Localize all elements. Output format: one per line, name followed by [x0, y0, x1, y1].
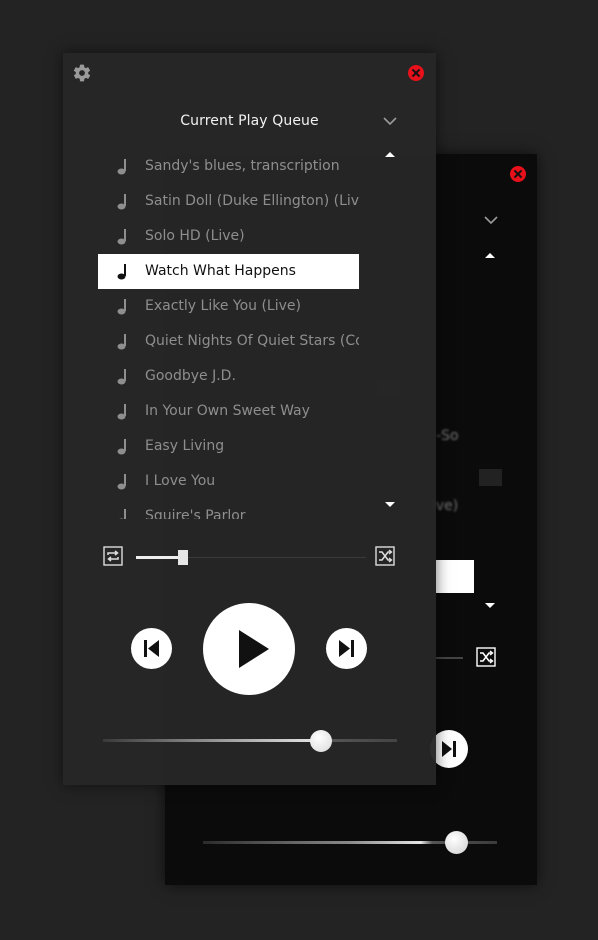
music-note-icon: [117, 334, 126, 350]
back-active-row: [436, 560, 474, 593]
back-seek-thumb[interactable]: [445, 831, 468, 854]
music-note-icon: [117, 229, 126, 245]
queue-item-label: Squire's Parlor: [145, 508, 246, 519]
queue-item[interactable]: Watch What Happens: [98, 254, 359, 289]
skip-next-icon: [339, 640, 354, 657]
back-chevron-down-icon[interactable]: [484, 216, 498, 225]
queue-item[interactable]: I Love You: [98, 464, 359, 499]
back-seek-slider[interactable]: [203, 831, 497, 854]
scroll-up-icon[interactable]: [385, 152, 395, 157]
queue-item-label: Exactly Like You (Live): [145, 298, 301, 314]
gear-icon[interactable]: [72, 63, 92, 83]
queue-item-label: Goodbye J.D.: [145, 368, 236, 384]
next-button[interactable]: [326, 628, 367, 669]
back-partial-text: -So: [436, 428, 459, 444]
back-shuffle-icon[interactable]: [476, 647, 496, 667]
queue-item-label: Solo HD (Live): [145, 228, 245, 244]
queue-item-label: In Your Own Sweet Way: [145, 403, 310, 419]
music-note-icon: [117, 439, 126, 455]
music-note-icon: [117, 404, 126, 420]
queue-item[interactable]: Solo HD (Live): [98, 219, 359, 254]
queue-item[interactable]: Satin Doll (Duke Ellington) (Live): [98, 184, 359, 219]
queue-item-label: Satin Doll (Duke Ellington) (Live): [145, 193, 359, 209]
play-queue-window: Current Play Queue Sandy's blues, transc…: [63, 53, 436, 785]
queue-item-label: I Love You: [145, 473, 216, 489]
music-note-icon: [119, 509, 126, 519]
queue-item-label: Watch What Happens: [145, 263, 296, 279]
back-scroll-down-icon[interactable]: [485, 603, 495, 608]
music-note-icon: [117, 159, 126, 175]
seek-thumb[interactable]: [310, 730, 332, 752]
queue-item[interactable]: In Your Own Sweet Way: [98, 394, 359, 429]
seek-track: [103, 739, 397, 742]
queue-item-label: Quiet Nights Of Quiet Stars (Corcovado) …: [145, 333, 359, 349]
close-button[interactable]: [408, 65, 424, 81]
queue-item-label: Easy Living: [145, 438, 225, 454]
music-note-icon: [117, 369, 126, 385]
music-note-icon: [117, 299, 126, 315]
queue-item-label: Sandy's blues, transcription: [145, 158, 340, 174]
queue-item[interactable]: Sandy's blues, transcription: [98, 149, 359, 184]
previous-button[interactable]: [131, 628, 172, 669]
volume-track: [182, 557, 366, 558]
back-close-button[interactable]: [510, 166, 526, 182]
shuffle-icon[interactable]: [375, 546, 395, 566]
repeat-icon[interactable]: [103, 546, 123, 566]
queue-item[interactable]: Quiet Nights Of Quiet Stars (Corcovado) …: [98, 324, 359, 359]
seek-slider[interactable]: [103, 730, 397, 752]
chevron-down-icon[interactable]: [383, 117, 397, 126]
volume-fill: [136, 556, 182, 559]
back-ghost-block: [479, 469, 502, 486]
skip-previous-icon: [144, 640, 159, 657]
scroll-down-icon[interactable]: [385, 502, 395, 507]
queue-title: Current Play Queue: [180, 113, 319, 129]
music-note-icon: [117, 264, 126, 280]
queue-item[interactable]: Exactly Like You (Live): [98, 289, 359, 324]
back-mini-slider: [436, 657, 463, 659]
queue-item[interactable]: Goodbye J.D.: [98, 359, 359, 394]
music-note-icon: [117, 194, 126, 210]
play-button[interactable]: [203, 603, 295, 695]
music-note-icon: [117, 474, 126, 490]
play-queue-list[interactable]: Sandy's blues, transcription Satin Doll …: [98, 149, 359, 519]
volume-slider[interactable]: [136, 550, 366, 566]
volume-thumb[interactable]: [178, 550, 188, 565]
back-scroll-up-icon[interactable]: [485, 253, 495, 258]
queue-item[interactable]: Easy Living: [98, 429, 359, 464]
play-icon: [239, 630, 269, 668]
queue-item[interactable]: Squire's Parlor: [98, 499, 359, 519]
